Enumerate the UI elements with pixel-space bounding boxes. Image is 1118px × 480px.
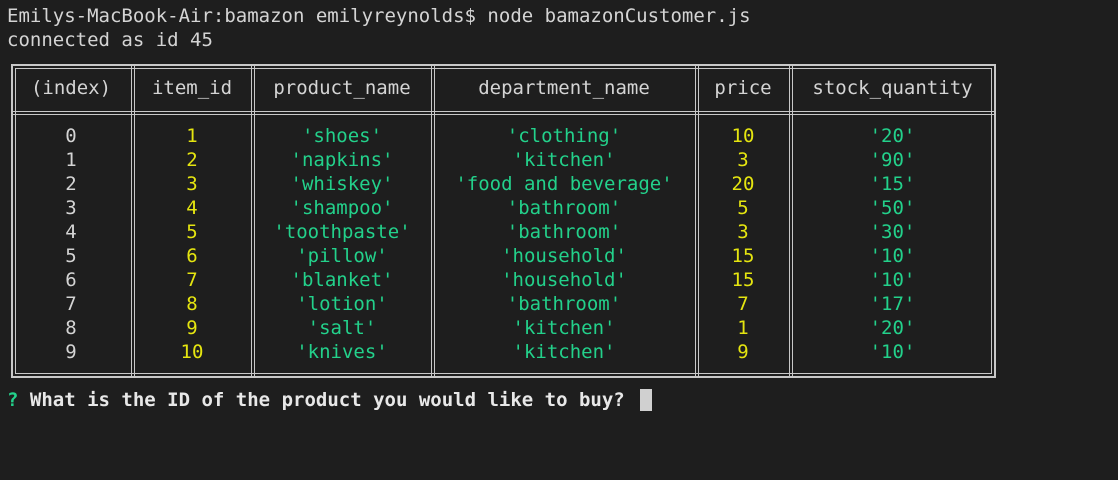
- cell-index: 7: [65, 293, 77, 315]
- cell-index: 1: [65, 149, 77, 171]
- cell-item-id: 6: [186, 245, 198, 267]
- cell-department-name: 'bathroom': [506, 221, 622, 243]
- text-cursor[interactable]: [640, 389, 653, 411]
- cell-item-id: 8: [186, 293, 198, 315]
- cell-item-id: 5: [186, 221, 198, 243]
- header-item-id: item_id: [151, 77, 233, 99]
- cell-price: 3: [737, 149, 749, 171]
- connection-status: connected as id 45: [7, 29, 213, 51]
- cell-product-name: 'whiskey': [290, 173, 394, 195]
- cell-index: 6: [65, 269, 77, 291]
- cell-index: 3: [65, 197, 77, 219]
- cell-item-id: 7: [186, 269, 198, 291]
- cell-department-name: 'kitchen': [512, 149, 616, 171]
- cell-index: 4: [65, 221, 77, 243]
- cell-stock-quantity: '20': [869, 317, 916, 339]
- cell-index: 5: [65, 245, 77, 267]
- cell-price: 5: [737, 197, 749, 219]
- cell-department-name: 'food and beverage': [455, 173, 673, 195]
- cell-stock-quantity: '10': [869, 245, 916, 267]
- cell-department-name: 'kitchen': [512, 317, 616, 339]
- header-department-name: department_name: [478, 77, 650, 99]
- cell-product-name: 'shoes': [301, 125, 383, 147]
- cell-stock-quantity: '90': [869, 149, 916, 171]
- cell-stock-quantity: '20': [869, 125, 916, 147]
- cell-item-id: 2: [186, 149, 198, 171]
- header-index: (index): [30, 77, 112, 99]
- cell-price: 3: [737, 221, 749, 243]
- cell-index: 9: [65, 341, 77, 363]
- prompt-marker: ?: [7, 389, 19, 411]
- cell-product-name: 'lotion': [296, 293, 388, 315]
- cell-department-name: 'household': [501, 245, 627, 267]
- cell-index: 2: [65, 173, 77, 195]
- cell-item-id: 3: [186, 173, 198, 195]
- cell-price: 9: [737, 341, 749, 363]
- cell-product-name: 'knives': [296, 341, 388, 363]
- cell-price: 10: [731, 125, 755, 147]
- cell-item-id: 9: [186, 317, 198, 339]
- cell-product-name: 'salt': [307, 317, 377, 339]
- cell-item-id: 4: [186, 197, 198, 219]
- cell-item-id: 10: [180, 341, 204, 363]
- cell-item-id: 1: [186, 125, 198, 147]
- cell-price: 15: [731, 245, 755, 267]
- cell-department-name: 'household': [501, 269, 627, 291]
- prompt-question: What is the ID of the product you would …: [29, 389, 625, 411]
- cell-department-name: 'bathroom': [506, 197, 622, 219]
- cell-product-name: 'toothpaste': [273, 221, 411, 243]
- header-stock-quantity: stock_quantity: [812, 77, 973, 99]
- cell-product-name: 'pillow': [296, 245, 388, 267]
- header-divider: [13, 111, 994, 115]
- input-prompt[interactable]: ? What is the ID of the product you woul…: [7, 388, 653, 412]
- cell-stock-quantity: '50': [869, 197, 916, 219]
- cell-department-name: 'clothing': [506, 125, 622, 147]
- cell-stock-quantity: '15': [869, 173, 916, 195]
- header-price: price: [714, 77, 772, 99]
- cell-product-name: 'blanket': [290, 269, 394, 291]
- command-line: Emilys-MacBook-Air:bamazon emilyreynolds…: [7, 5, 751, 27]
- cell-department-name: 'bathroom': [506, 293, 622, 315]
- cell-price: 15: [731, 269, 755, 291]
- cell-price: 20: [731, 173, 755, 195]
- cell-department-name: 'kitchen': [512, 341, 616, 363]
- cell-price: 7: [737, 293, 749, 315]
- cell-price: 1: [737, 317, 749, 339]
- header-product-name: product_name: [273, 77, 411, 99]
- cell-index: 8: [65, 317, 77, 339]
- cell-stock-quantity: '10': [869, 269, 916, 291]
- cell-stock-quantity: '30': [869, 221, 916, 243]
- cell-stock-quantity: '10': [869, 341, 916, 363]
- cell-stock-quantity: '17': [869, 293, 916, 315]
- cell-index: 0: [65, 125, 77, 147]
- cell-product-name: 'shampoo': [290, 197, 394, 219]
- cell-product-name: 'napkins': [290, 149, 394, 171]
